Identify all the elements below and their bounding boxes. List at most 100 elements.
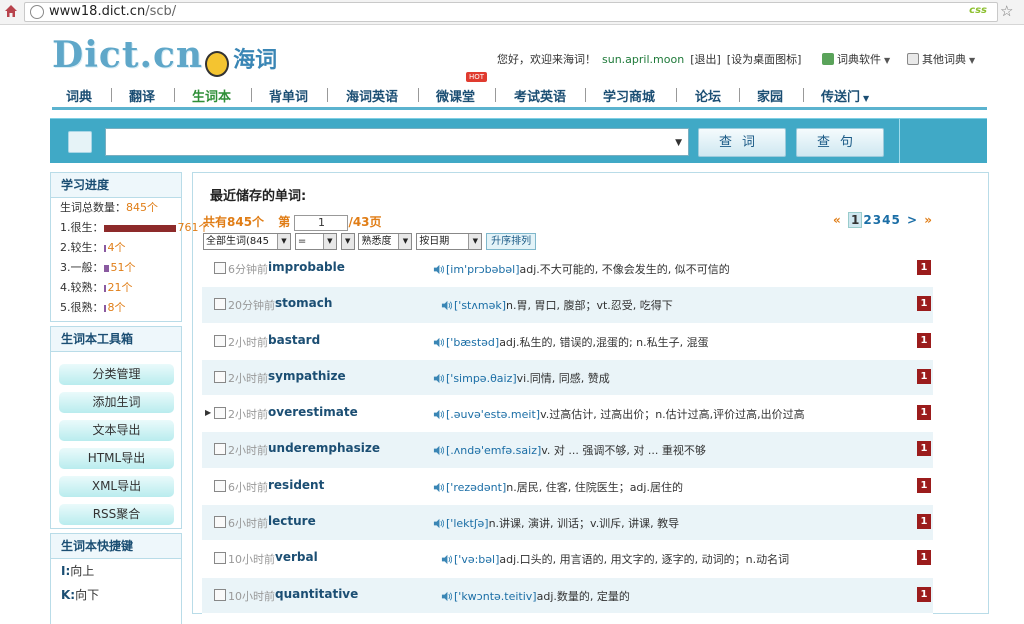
- table-row[interactable]: 6小时前 lecture ['lektʃə]n.讲课, 演讲, 训话；v.训斥, 讲…: [202, 505, 933, 542]
- row-checkbox[interactable]: [214, 370, 226, 383]
- search-input[interactable]: ▼: [105, 128, 689, 156]
- page-link-current[interactable]: 1: [848, 212, 863, 228]
- xml-export-button[interactable]: XML导出: [59, 476, 174, 497]
- familiarity-badge[interactable]: 1: [917, 586, 931, 602]
- page-link[interactable]: 4: [882, 213, 890, 227]
- logout-link[interactable]: [退出]: [690, 53, 721, 66]
- familiarity-badge[interactable]: 1: [917, 405, 931, 421]
- word-link[interactable]: stomach: [275, 296, 332, 310]
- nav-item-wordbook[interactable]: 生词本: [192, 86, 231, 105]
- row-checkbox[interactable]: [214, 262, 226, 274]
- saved-time: 6小时前: [228, 517, 268, 531]
- table-row[interactable]: 2小时前 sympathize ['simpə.θaiz]vi.同情, 同感, 赞成…: [202, 359, 933, 397]
- speaker-icon[interactable]: [433, 409, 444, 420]
- add-word-button[interactable]: 添加生词: [59, 392, 174, 413]
- definition: ['bæstəd]adj.私生的, 错误的,混蛋的; n.私生子, 混蛋: [433, 334, 709, 350]
- level-select[interactable]: ▼: [340, 233, 355, 250]
- nav-item-micro-class[interactable]: 微课堂: [436, 86, 475, 105]
- phonetic: ['kwɔntə.teitiv]: [454, 589, 537, 603]
- nav-item-home[interactable]: 家园: [757, 86, 783, 105]
- row-checkbox[interactable]: [214, 552, 226, 565]
- speaker-icon[interactable]: [433, 445, 444, 456]
- row-checkbox[interactable]: [214, 479, 226, 492]
- nav-item-portal[interactable]: 传送门 ▼: [821, 86, 869, 105]
- nav-item-dictionary[interactable]: 词典: [66, 86, 92, 105]
- speaker-icon[interactable]: [433, 373, 444, 384]
- bookmark-star-icon[interactable]: ☆: [1000, 2, 1013, 20]
- lookup-word-button[interactable]: 查词: [698, 128, 786, 157]
- page-link[interactable]: 5: [891, 213, 899, 227]
- row-checkbox[interactable]: [214, 588, 226, 601]
- username-link[interactable]: sun.april.moon: [602, 53, 684, 66]
- table-row[interactable]: 10小时前 quantitative ['kwɔntə.teitiv]adj.数量的…: [202, 577, 933, 614]
- familiarity-badge[interactable]: 1: [917, 441, 931, 457]
- word-link[interactable]: overestimate: [268, 405, 358, 419]
- other-dict-menu[interactable]: 其他词典 ▼: [907, 51, 975, 67]
- operator-select[interactable]: = ▼: [294, 233, 337, 250]
- keyboard-icon[interactable]: [68, 131, 92, 153]
- text-export-button[interactable]: 文本导出: [59, 420, 174, 441]
- nav-item-exam-english[interactable]: 考试英语: [514, 86, 566, 105]
- word-link[interactable]: quantitative: [275, 587, 358, 601]
- row-checkbox[interactable]: [214, 334, 226, 347]
- sort-order-button[interactable]: 升序排列: [486, 233, 537, 250]
- familiarity-badge[interactable]: 1: [917, 477, 931, 493]
- word-link[interactable]: lecture: [268, 514, 316, 528]
- lookup-sentence-button[interactable]: 查句: [796, 128, 884, 157]
- site-logo[interactable]: Dict.cn 海词: [52, 34, 277, 77]
- page-link[interactable]: 3: [873, 213, 881, 227]
- word-link[interactable]: sympathize: [268, 369, 346, 383]
- page-link[interactable]: 2: [863, 213, 871, 227]
- familiarity-badge[interactable]: 1: [917, 332, 931, 348]
- speaker-icon[interactable]: [433, 264, 444, 275]
- speaker-icon[interactable]: [433, 482, 444, 493]
- html-export-button[interactable]: HTML导出: [59, 448, 174, 469]
- speaker-icon[interactable]: [441, 554, 452, 565]
- row-checkbox[interactable]: [214, 298, 226, 311]
- table-row[interactable]: 6小时前 resident ['rezədənt]n.居民, 住客, 住院医生；ad…: [202, 469, 933, 506]
- table-row[interactable]: 10小时前 verbal ['və:bəl]adj.口头的, 用言语的, 用文字的,…: [202, 541, 933, 578]
- nav-item-dictcn-english[interactable]: 海词英语: [346, 86, 398, 105]
- rss-button[interactable]: RSS聚合: [59, 504, 174, 525]
- nav-item-memorize[interactable]: 背单词: [269, 86, 308, 105]
- next-page-link[interactable]: >: [907, 213, 917, 227]
- word-link[interactable]: improbable: [268, 260, 345, 274]
- familiarity-badge[interactable]: 1: [917, 368, 931, 384]
- speaker-icon[interactable]: [433, 518, 444, 529]
- table-row[interactable]: 2小时前 underemphasize [.ʌndə'emfə.saiz]v. 对 …: [202, 432, 933, 469]
- familiarity-badge[interactable]: 1: [917, 514, 931, 530]
- set-desktop-icon-link[interactable]: [设为桌面图标]: [727, 53, 802, 66]
- nav-item-store[interactable]: 学习商城: [603, 86, 655, 105]
- row-checkbox[interactable]: [214, 516, 226, 529]
- search-dropdown-icon[interactable]: ▼: [675, 138, 682, 148]
- table-row[interactable]: 6分钟前 improbable [im'prɔbəbəl]adj.不大可能的, 不像…: [202, 251, 933, 288]
- nav-item-translate[interactable]: 翻译: [129, 86, 155, 105]
- familiarity-badge[interactable]: 1: [917, 260, 931, 275]
- sort-field-select[interactable]: 按日期 ▼: [416, 233, 483, 250]
- dict-software-menu[interactable]: 词典软件 ▼: [822, 51, 890, 67]
- first-page-link[interactable]: «: [833, 213, 841, 227]
- word-link[interactable]: verbal: [275, 550, 318, 564]
- familiarity-badge[interactable]: 1: [917, 296, 931, 312]
- last-page-link[interactable]: »: [924, 213, 932, 227]
- speaker-icon[interactable]: [441, 591, 452, 602]
- speaker-icon[interactable]: [433, 337, 444, 348]
- word-link[interactable]: resident: [268, 478, 324, 492]
- category-manage-button[interactable]: 分类管理: [59, 364, 174, 385]
- table-row[interactable]: 20分钟前 stomach ['stʌmək]n.胃, 胃口, 腹部；vt.忍受, …: [202, 287, 933, 324]
- familiarity-badge[interactable]: 1: [917, 550, 931, 566]
- nav-item-forum[interactable]: 论坛: [695, 86, 721, 105]
- speaker-icon[interactable]: [441, 300, 452, 311]
- row-checkbox[interactable]: [214, 407, 226, 420]
- home-icon[interactable]: [3, 3, 19, 19]
- address-bar[interactable]: www18.dict.cn/scb/ css: [24, 2, 998, 22]
- table-row[interactable]: ▶ 2小时前 overestimate [.əuvə'estə.meit]v.过高估计…: [202, 396, 933, 433]
- row-checkbox[interactable]: [214, 443, 226, 456]
- familiarity-select[interactable]: 熟悉度 ▼: [358, 233, 413, 250]
- word-link[interactable]: bastard: [268, 333, 320, 347]
- saved-time: 2小时前: [228, 444, 268, 458]
- word-link[interactable]: underemphasize: [268, 441, 380, 455]
- table-row[interactable]: 2小时前 bastard ['bæstəd]adj.私生的, 错误的,混蛋的; n.…: [202, 324, 933, 360]
- category-select[interactable]: 全部生词(845 ▼: [203, 233, 291, 250]
- page-number-input[interactable]: 1: [294, 214, 349, 231]
